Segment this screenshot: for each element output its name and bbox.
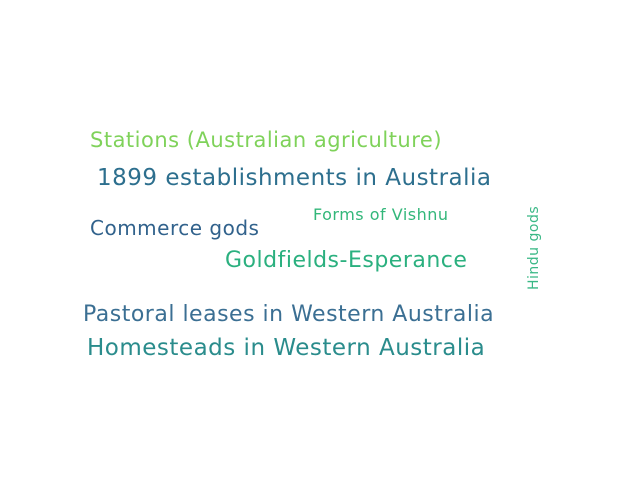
word-goldfields-esperance: Goldfields-Esperance: [225, 248, 468, 273]
word-homesteads-in-western-australia: Homesteads in Western Australia: [87, 335, 486, 361]
word-stations-australian-agriculture: Stations (Australian agriculture): [90, 128, 443, 152]
word-hindu-gods: Hindu gods: [526, 205, 542, 290]
word-pastoral-leases-in-western-australia: Pastoral leases in Western Australia: [83, 302, 495, 327]
word-commerce-gods: Commerce gods: [90, 216, 260, 240]
word-forms-of-vishnu: Forms of Vishnu: [313, 205, 449, 224]
word-1899-establishments-in-australia: 1899 establishments in Australia: [97, 165, 492, 191]
word-cloud: Stations (Australian agriculture) 1899 e…: [0, 0, 640, 480]
